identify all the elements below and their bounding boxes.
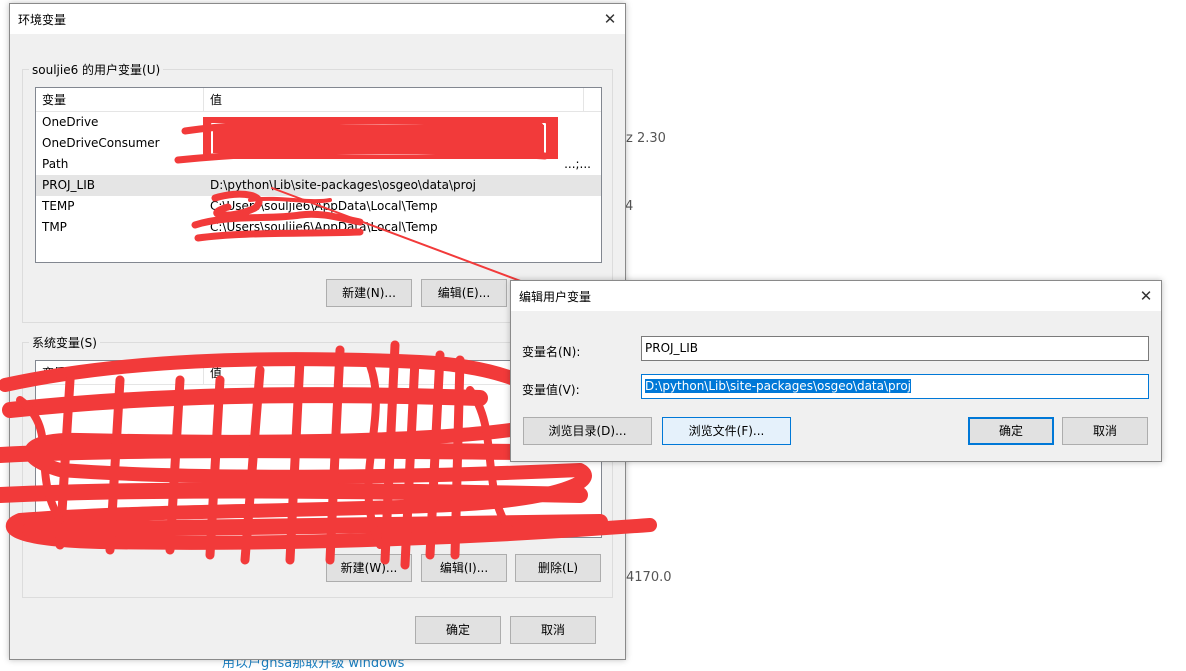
user-vars-list[interactable]: 变量 值 OneDrive OneDriveConsumer Path ...;…	[35, 87, 602, 263]
system-edit-button[interactable]: 编辑(I)...	[421, 554, 507, 582]
var-value: C:\Users\souljie6\AppData\Local\Temp	[210, 199, 438, 213]
user-var-row-selected[interactable]: PROJ_LIB D:\python\Lib\site-packages\osg…	[36, 175, 601, 196]
var-value-input[interactable]: D:\python\Lib\site-packages\osgeo\data\p…	[641, 374, 1149, 399]
close-icon[interactable]: ✕	[1129, 281, 1163, 311]
user-var-row[interactable]: Path ...;...	[36, 154, 601, 175]
cancel-button[interactable]: 取消	[510, 616, 596, 644]
system-vars-label: 系统变量(S)	[32, 336, 97, 350]
system-delete-button[interactable]: 删除(L)	[515, 554, 601, 582]
user-edit-button[interactable]: 编辑(E)...	[421, 279, 507, 307]
background-text-fragment: 4	[625, 199, 634, 214]
var-name: OneDrive	[42, 115, 99, 129]
system-new-button[interactable]: 新建(W)...	[326, 554, 412, 582]
var-name-input[interactable]: PROJ_LIB	[641, 336, 1149, 361]
var-name: TEMP	[42, 199, 75, 213]
edit-dialog-titlebar: 编辑用户变量 ✕	[511, 281, 1161, 311]
column-header-variable[interactable]: 变量	[36, 361, 204, 385]
var-value-label: 变量值(V):	[522, 383, 580, 397]
var-value: D:\python\Lib\site-packages\osgeo\data\p…	[210, 178, 476, 192]
user-var-row[interactable]: OneDrive	[36, 112, 601, 133]
close-icon[interactable]: ✕	[593, 4, 627, 34]
var-name-label: 变量名(N):	[522, 345, 581, 359]
user-vars-header: 变量 值	[36, 88, 601, 112]
background-text-version: z 2.30	[626, 131, 666, 146]
user-new-button[interactable]: 新建(N)...	[326, 279, 412, 307]
edit-dialog-title: 编辑用户变量	[519, 289, 592, 304]
column-header-value[interactable]: 值	[204, 88, 584, 112]
ok-button[interactable]: 确定	[415, 616, 501, 644]
browse-directory-button[interactable]: 浏览目录(D)...	[523, 417, 652, 445]
var-value-selected-text: D:\python\Lib\site-packages\osgeo\data\p…	[645, 379, 911, 393]
browse-file-button[interactable]: 浏览文件(F)...	[662, 417, 791, 445]
column-header-variable[interactable]: 变量	[36, 88, 204, 112]
user-var-row[interactable]: TEMP C:\Users\souljie6\AppData\Local\Tem…	[36, 196, 601, 217]
background-text-number: 4170.0	[626, 570, 672, 585]
edit-ok-button[interactable]: 确定	[968, 417, 1054, 445]
env-vars-titlebar: 环境变量 ✕	[10, 4, 625, 34]
env-vars-title: 环境变量	[18, 12, 67, 27]
var-value: ...;...	[564, 157, 591, 171]
user-var-row[interactable]: TMP C:\Users\souljie6\AppData\Local\Temp	[36, 217, 601, 238]
var-name: TMP	[42, 220, 67, 234]
var-value	[204, 112, 601, 133]
edit-cancel-button[interactable]: 取消	[1062, 417, 1148, 445]
user-vars-label: souljie6 的用户变量(U)	[32, 63, 161, 77]
var-value: C:\Users\souljie6\AppData\Local\Temp	[210, 220, 438, 234]
var-name: OneDriveConsumer	[42, 136, 160, 150]
var-name: PROJ_LIB	[42, 178, 96, 192]
var-name: Path	[42, 157, 69, 171]
edit-user-var-dialog: 编辑用户变量 ✕ 变量名(N): PROJ_LIB 变量值(V): D:\pyt…	[510, 280, 1162, 462]
var-value	[204, 133, 601, 154]
user-var-row[interactable]: OneDriveConsumer	[36, 133, 601, 154]
